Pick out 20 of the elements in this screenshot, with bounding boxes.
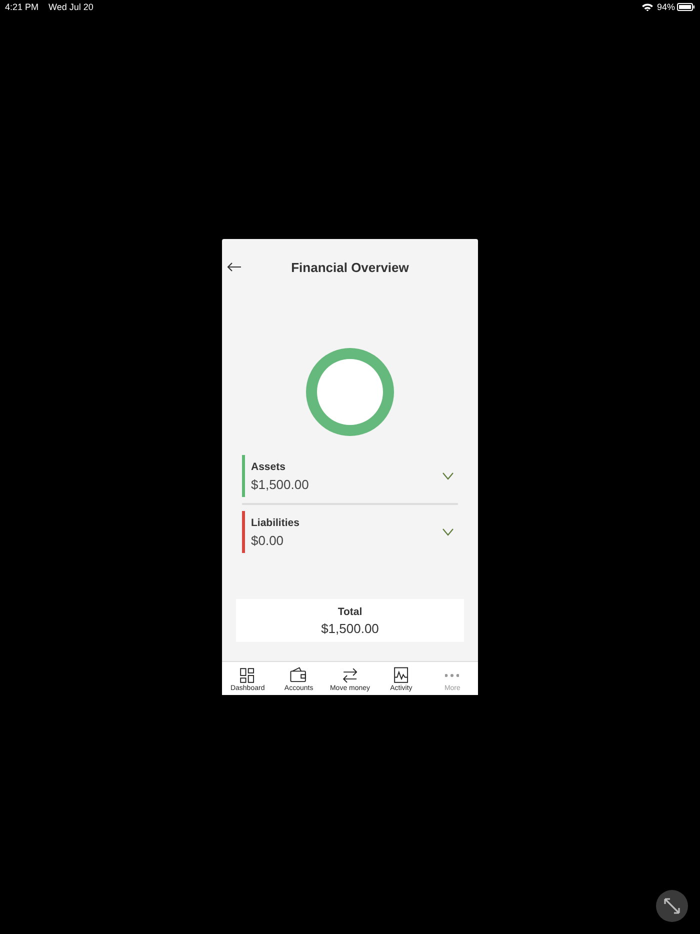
wifi-icon: [642, 3, 653, 11]
category-amount: $1,500.00: [251, 476, 310, 492]
arrows-icon: [340, 666, 360, 684]
status-time: 4:21 PM: [5, 2, 39, 12]
category-label: Assets: [251, 460, 286, 472]
fullscreen-button[interactable]: [656, 890, 688, 922]
wallet-icon: [289, 666, 308, 684]
back-icon[interactable]: [227, 262, 241, 272]
chevron-icon[interactable]: [442, 472, 454, 480]
category-amount: $0.00: [251, 532, 285, 548]
battery-icon: [677, 3, 695, 11]
more-icon: [445, 674, 460, 676]
page-title: Financial Overview: [291, 260, 409, 274]
total-label: Total: [338, 606, 362, 618]
chevron-icon[interactable]: [442, 528, 454, 536]
status-date: Wed Jul 20: [48, 2, 94, 12]
total-amount: $1,500.00: [321, 620, 379, 636]
activity-icon: [392, 666, 411, 684]
category-label: Liabilities: [251, 516, 300, 528]
battery-percent: 94%: [656, 2, 675, 12]
